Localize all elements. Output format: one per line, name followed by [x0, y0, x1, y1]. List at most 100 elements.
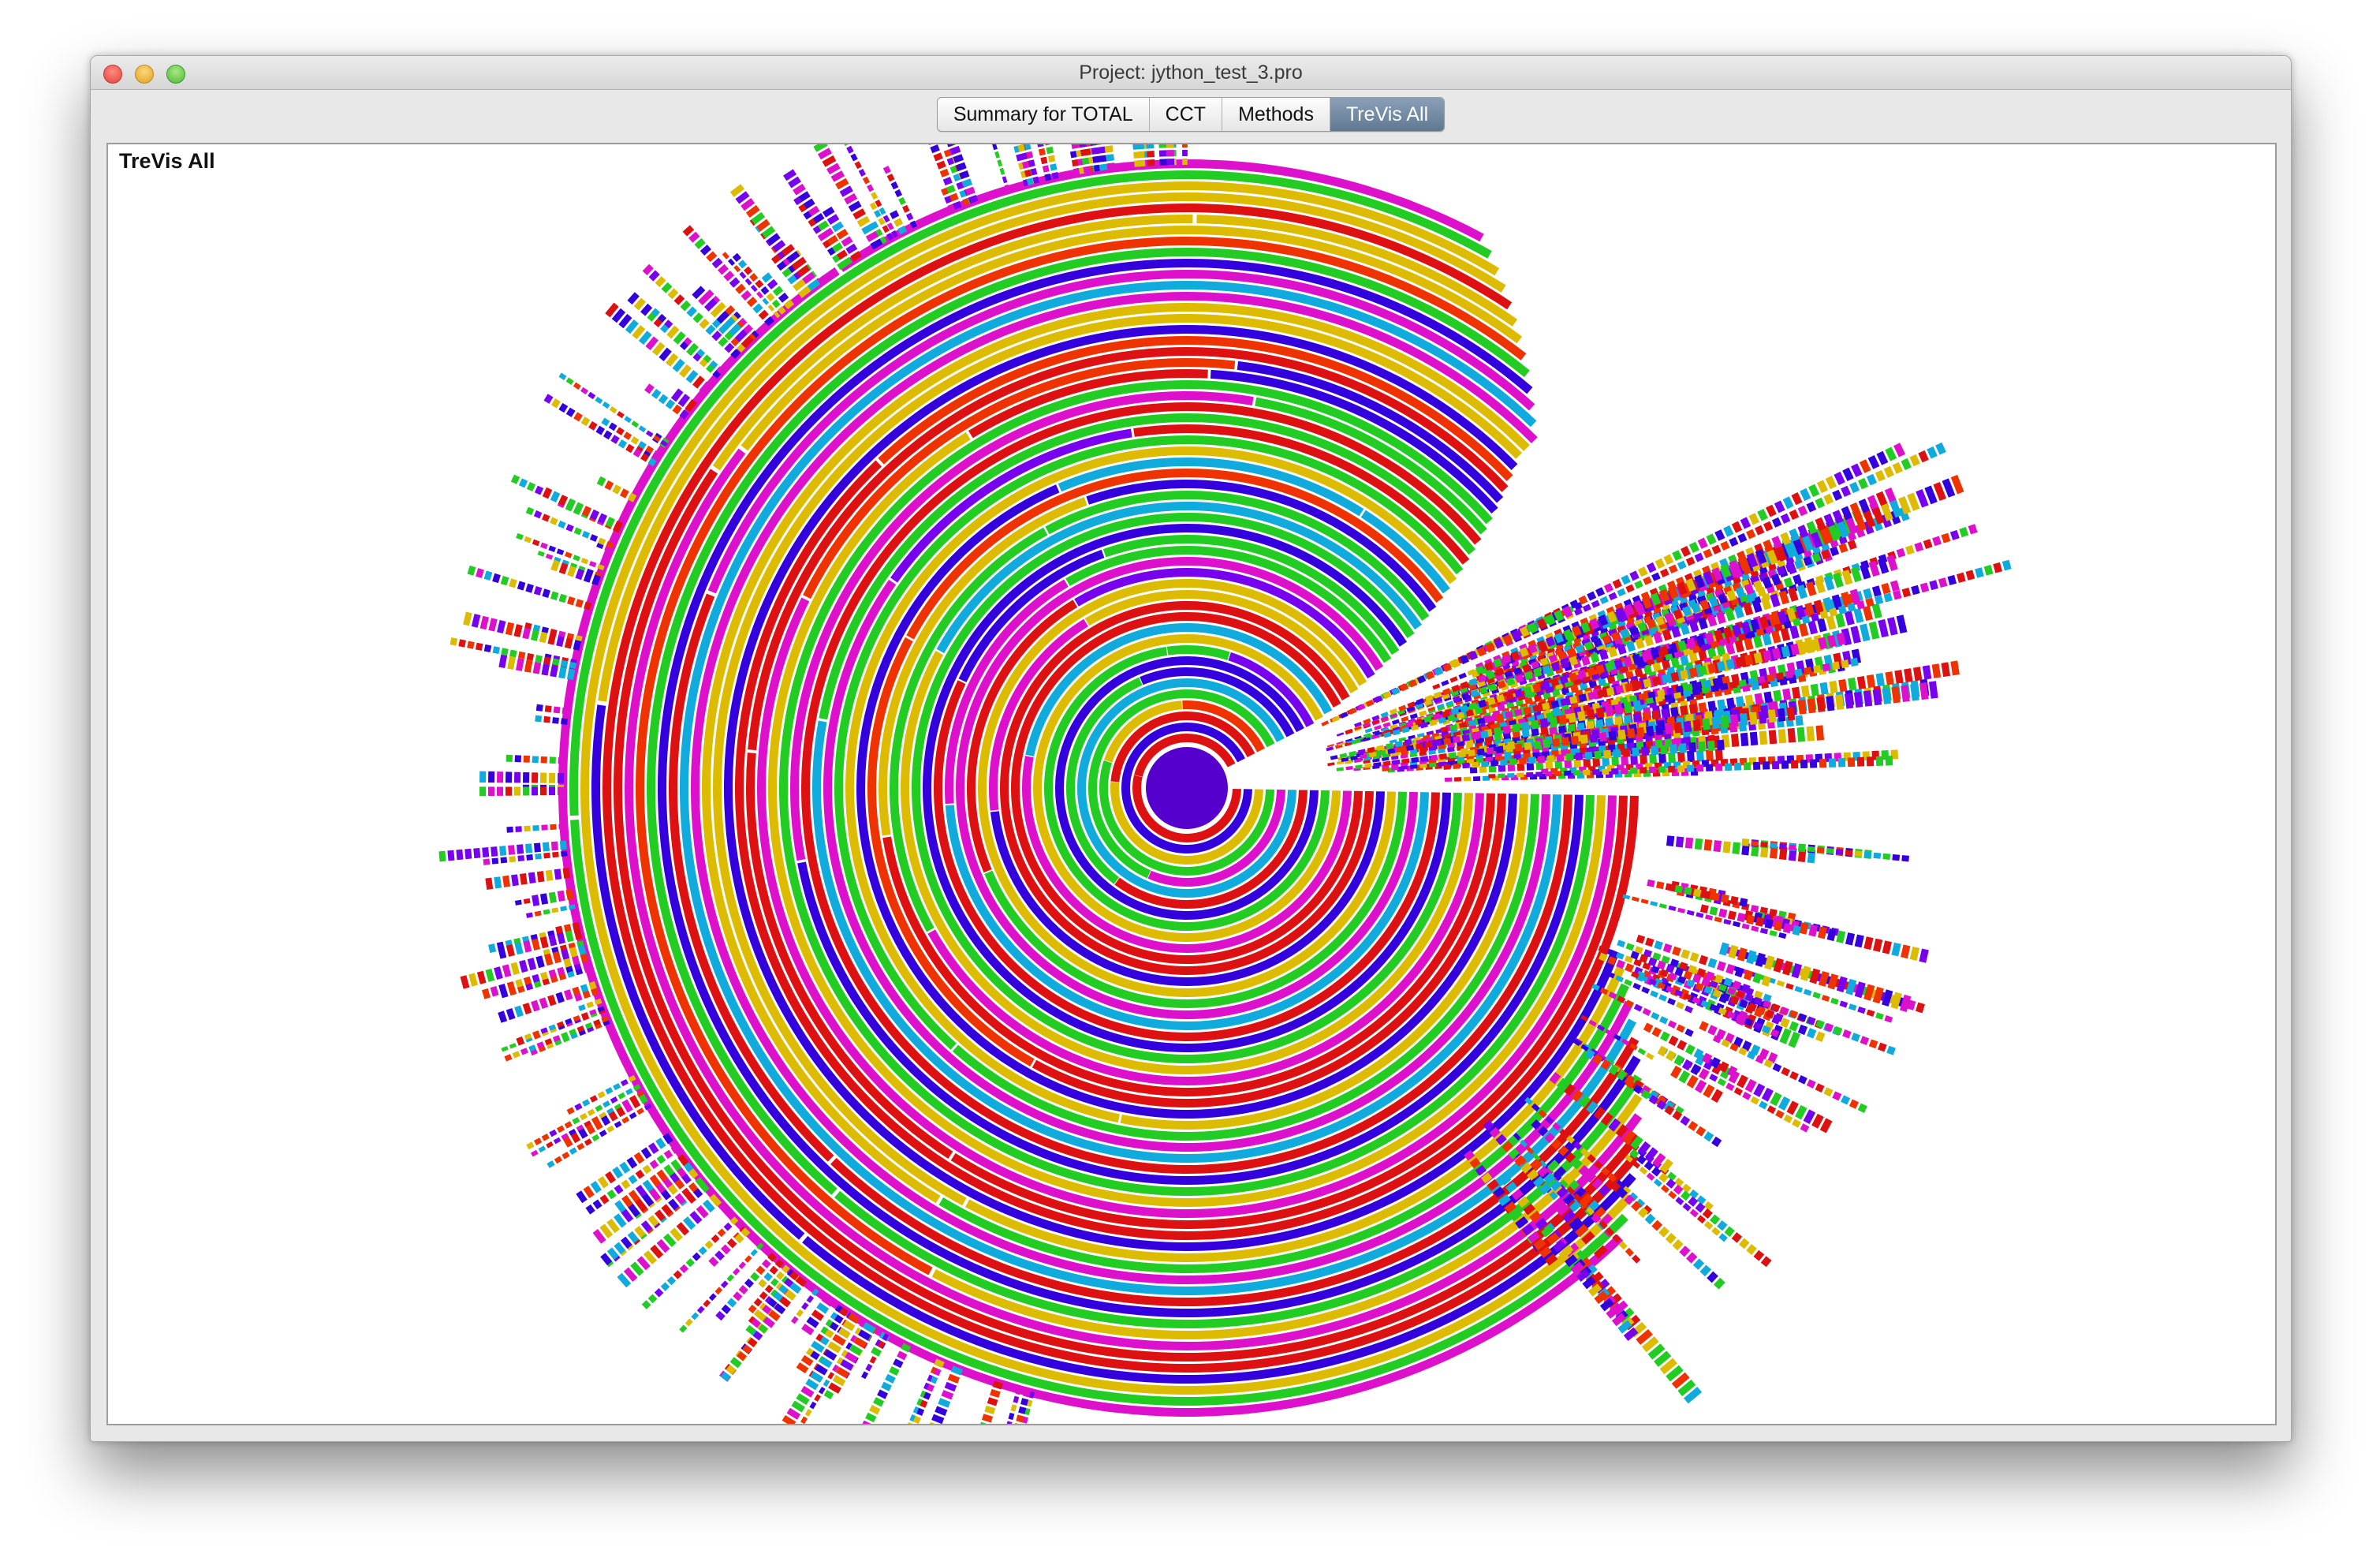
sunburst-fan-cell[interactable]: [1703, 1201, 1714, 1211]
sunburst-fringe-cell[interactable]: [551, 907, 559, 913]
sunburst-spike-cell[interactable]: [1782, 688, 1792, 700]
sunburst-fan-cell[interactable]: [1694, 838, 1703, 850]
sunburst-spike-cell[interactable]: [1573, 770, 1581, 776]
sunburst-fringe-cell[interactable]: [502, 964, 512, 978]
sunburst-fringe-cell[interactable]: [560, 906, 568, 912]
sunburst-spike-cell[interactable]: [1831, 661, 1841, 670]
sunburst-fringe-cell[interactable]: [535, 704, 543, 712]
sunburst-fan-cell[interactable]: [1702, 1208, 1713, 1220]
sunburst-fan-cell[interactable]: [1699, 1264, 1712, 1277]
sunburst-fringe-cell[interactable]: [546, 1141, 554, 1149]
sunburst-fan-cell[interactable]: [1860, 1036, 1870, 1046]
sunburst-spike-cell[interactable]: [1733, 762, 1742, 771]
sunburst-fringe-cell[interactable]: [599, 1194, 610, 1205]
sunburst-fringe-cell[interactable]: [543, 715, 551, 723]
sunburst-fringe-cell[interactable]: [548, 786, 556, 796]
sunburst-spike-cell[interactable]: [1401, 715, 1409, 723]
sunburst-spike-cell[interactable]: [1636, 726, 1645, 738]
sunburst-fringe-cell[interactable]: [479, 771, 487, 783]
sunburst-spike-cell[interactable]: [1893, 443, 1906, 458]
sunburst-fan-cell[interactable]: [1716, 961, 1726, 972]
sunburst-fringe-cell[interactable]: [692, 1252, 701, 1261]
sunburst-fringe-cell[interactable]: [458, 639, 466, 648]
sunburst-spike-cell[interactable]: [1927, 446, 1938, 459]
sunburst-spike-cell[interactable]: [1896, 547, 1906, 558]
sunburst-fan-cell[interactable]: [1684, 837, 1694, 849]
sunburst-fringe-cell[interactable]: [814, 1394, 822, 1403]
sunburst-fringe-cell[interactable]: [750, 284, 758, 293]
sunburst-fan-cell[interactable]: [1658, 1172, 1669, 1183]
sunburst-fringe-cell[interactable]: [746, 297, 758, 308]
sunburst-fan-cell[interactable]: [1854, 850, 1863, 857]
sunburst-fringe-cell[interactable]: [517, 855, 525, 862]
sunburst-fringe-cell[interactable]: [1047, 155, 1056, 162]
sunburst-fringe-cell[interactable]: [614, 1184, 624, 1194]
sunburst-spike-cell[interactable]: [1621, 755, 1629, 766]
sunburst-fringe-cell[interactable]: [979, 1421, 990, 1424]
sunburst-fan-cell[interactable]: [1703, 1131, 1714, 1142]
sunburst-fringe-cell[interactable]: [902, 204, 910, 213]
sunburst-fringe-cell[interactable]: [569, 1147, 577, 1155]
sunburst-fringe-cell[interactable]: [644, 383, 655, 394]
sunburst-fringe-cell[interactable]: [532, 662, 542, 674]
sunburst-fringe-cell[interactable]: [858, 168, 866, 177]
sunburst-fringe-cell[interactable]: [588, 561, 597, 568]
sunburst-fringe-cell[interactable]: [525, 506, 535, 516]
sunburst-fringe-cell[interactable]: [724, 342, 735, 353]
sunburst-fan-cell[interactable]: [1696, 1215, 1707, 1224]
sunburst-fringe-cell[interactable]: [476, 568, 484, 578]
sunburst-spike-cell[interactable]: [1528, 756, 1536, 764]
sunburst-spike-cell[interactable]: [1868, 560, 1880, 577]
sunburst-fringe-cell[interactable]: [498, 654, 508, 669]
sunburst-fringe-cell[interactable]: [610, 435, 620, 444]
sunburst-fan-cell[interactable]: [1857, 1006, 1866, 1014]
sunburst-fringe-cell[interactable]: [539, 893, 549, 905]
sunburst-fringe-cell[interactable]: [990, 1388, 1001, 1399]
sunburst-fringe-cell[interactable]: [537, 551, 545, 557]
sunburst-fan-cell[interactable]: [1878, 1042, 1887, 1052]
sunburst-fringe-cell[interactable]: [673, 294, 685, 305]
sunburst-fringe-cell[interactable]: [580, 387, 589, 395]
sunburst-spike-cell[interactable]: [1935, 442, 1946, 455]
sunburst-fringe-cell[interactable]: [522, 1003, 532, 1015]
sunburst-fringe-cell[interactable]: [663, 1149, 673, 1160]
sunburst-fringe-cell[interactable]: [703, 1299, 711, 1308]
sunburst-spike-cell[interactable]: [1957, 572, 1966, 583]
sunburst-fan-cell[interactable]: [1679, 1246, 1691, 1257]
sunburst-spike-cell[interactable]: [1617, 729, 1626, 740]
sunburst-fringe-cell[interactable]: [826, 214, 840, 225]
sunburst-fan-cell[interactable]: [1875, 1012, 1884, 1020]
sunburst-spike-cell[interactable]: [1931, 663, 1942, 678]
sunburst-fringe-cell[interactable]: [612, 484, 621, 495]
sunburst-spike-cell[interactable]: [1549, 726, 1557, 735]
sunburst-spike-cell[interactable]: [1535, 771, 1543, 777]
sunburst-spike-cell[interactable]: [1800, 759, 1808, 769]
sunburst-spike-cell[interactable]: [1603, 749, 1612, 759]
sunburst-spike-cell[interactable]: [1755, 525, 1765, 536]
sunburst-spike-cell[interactable]: [1687, 750, 1695, 763]
sunburst-fan-cell[interactable]: [1750, 1096, 1760, 1105]
sunburst-fringe-cell[interactable]: [613, 1083, 621, 1091]
sunburst-spike-cell[interactable]: [1364, 727, 1373, 734]
sunburst-spike-cell[interactable]: [1785, 670, 1794, 679]
sunburst-fringe-cell[interactable]: [889, 1365, 900, 1376]
sunburst-fringe-cell[interactable]: [732, 252, 742, 263]
sunburst-spike-cell[interactable]: [1531, 719, 1539, 730]
sunburst-spike-cell[interactable]: [1646, 562, 1657, 573]
sunburst-spike-cell[interactable]: [1830, 546, 1840, 557]
sunburst-spike-cell[interactable]: [1863, 588, 1873, 599]
sunburst-spike-cell[interactable]: [1901, 587, 1912, 598]
sunburst-spike-cell[interactable]: [1856, 756, 1865, 767]
sunburst-fringe-cell[interactable]: [602, 401, 610, 409]
sunburst-fan-cell[interactable]: [1695, 1126, 1707, 1137]
sunburst-spike-cell[interactable]: [1866, 473, 1878, 486]
sunburst-fringe-cell[interactable]: [769, 1265, 778, 1275]
sunburst-spike-cell[interactable]: [1791, 492, 1803, 506]
sunburst-spike-cell[interactable]: [1401, 758, 1410, 764]
sunburst-spike-cell[interactable]: [1894, 670, 1904, 684]
sunburst-fringe-cell[interactable]: [1147, 151, 1155, 158]
sunburst-fringe-cell[interactable]: [535, 853, 542, 860]
sunburst-fringe-cell[interactable]: [467, 641, 475, 649]
sunburst-spike-cell[interactable]: [1502, 725, 1512, 734]
sunburst-spike-cell[interactable]: [1480, 730, 1489, 739]
